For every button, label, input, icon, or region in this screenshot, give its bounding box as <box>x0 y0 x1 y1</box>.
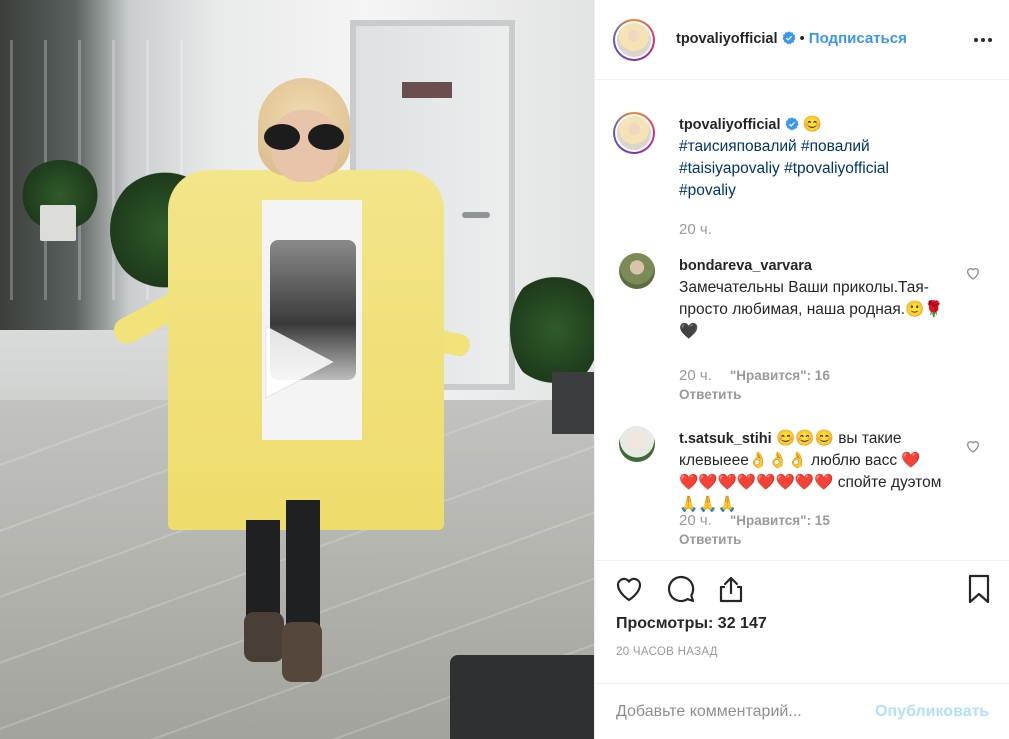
bookmark-icon[interactable] <box>963 573 995 605</box>
avatar[interactable] <box>613 112 655 154</box>
share-icon[interactable] <box>715 573 747 605</box>
caption-username[interactable]: tpovaliyofficial <box>679 117 781 133</box>
verified-icon <box>785 117 799 131</box>
reply-button[interactable]: Ответить <box>679 532 741 547</box>
views-number: 32 147 <box>717 615 767 632</box>
comment-timestamp[interactable]: 20 ч. <box>679 367 712 384</box>
hashtag-link[interactable]: #tpovaliyofficial <box>784 160 889 177</box>
play-icon[interactable] <box>260 322 338 402</box>
comment-text: t.satsuk_stihi 😊😊😊 вы такие клевыеее👌👌👌 … <box>679 428 944 516</box>
comments-list[interactable]: tpovaliyofficial 😊 #таисияповалий #повал… <box>595 81 1009 556</box>
comment-heart-icon[interactable] <box>965 265 981 281</box>
comment-icon[interactable] <box>665 573 697 605</box>
comment-timestamp[interactable]: 20 ч. <box>679 512 712 529</box>
caption-timestamp[interactable]: 20 ч. <box>679 221 712 238</box>
hashtag-link[interactable]: #повалий <box>801 138 870 155</box>
add-comment-form: Опубликовать <box>595 683 1009 739</box>
person-sunglasses <box>264 124 344 150</box>
hashtag-link[interactable]: #таисияповалий <box>679 138 797 155</box>
hashtag-link[interactable]: #taisiyapovaliy <box>679 160 780 177</box>
verified-icon <box>782 31 796 45</box>
views-count[interactable]: Просмотры: 32 147 <box>616 615 767 633</box>
views-label: Просмотры: <box>616 615 714 632</box>
avatar[interactable] <box>613 19 655 61</box>
avatar[interactable] <box>619 426 655 462</box>
person-shoe <box>244 612 284 662</box>
caption-text: tpovaliyofficial 😊 #таисияповалий #повал… <box>679 114 979 202</box>
action-bar <box>595 560 1009 610</box>
comment-likes[interactable]: "Нравится": 15 <box>730 513 830 528</box>
person-leg <box>286 500 320 630</box>
caption-emoji: 😊 <box>802 116 823 133</box>
header-user: tpovaliyofficial • Подписаться <box>676 30 907 47</box>
reply-button[interactable]: Ответить <box>679 387 741 402</box>
plant-pot <box>552 372 594 434</box>
separator-dot: • <box>799 30 805 47</box>
post-sidebar: tpovaliyofficial • Подписаться tpovaliyoff… <box>594 0 1009 739</box>
door-handle <box>462 212 490 218</box>
comment-text: bondareva_varvara Замечательны Ваши прик… <box>679 255 944 343</box>
comment-heart-icon[interactable] <box>965 438 981 454</box>
more-icon[interactable] <box>973 30 993 50</box>
comment-username[interactable]: bondareva_varvara <box>679 258 812 274</box>
door-sign <box>402 82 452 98</box>
publish-button[interactable]: Опубликовать <box>875 703 989 721</box>
post-video[interactable] <box>0 0 594 739</box>
plant-pot <box>40 205 76 241</box>
hashtag-link[interactable]: #povaliy <box>679 182 736 199</box>
follow-button[interactable]: Подписаться <box>809 30 907 47</box>
comment-input[interactable] <box>616 698 866 726</box>
avatar[interactable] <box>619 253 655 289</box>
comment-meta: 20 ч. "Нравится": 16 <box>679 367 830 384</box>
post-date[interactable]: 20 ЧАСОВ НАЗАД <box>616 646 718 658</box>
heart-icon[interactable] <box>613 573 645 605</box>
comment-username[interactable]: t.satsuk_stihi <box>679 431 772 447</box>
post-header: tpovaliyofficial • Подписаться <box>595 0 1009 80</box>
comment-body: Замечательны Ваши приколы.Тая- просто лю… <box>679 279 944 340</box>
person-shoe <box>282 622 322 682</box>
comment-likes[interactable]: "Нравится": 16 <box>730 368 830 383</box>
bench <box>450 655 594 739</box>
header-username[interactable]: tpovaliyofficial <box>676 31 778 47</box>
comment-meta: 20 ч. "Нравится": 15 <box>679 512 830 529</box>
